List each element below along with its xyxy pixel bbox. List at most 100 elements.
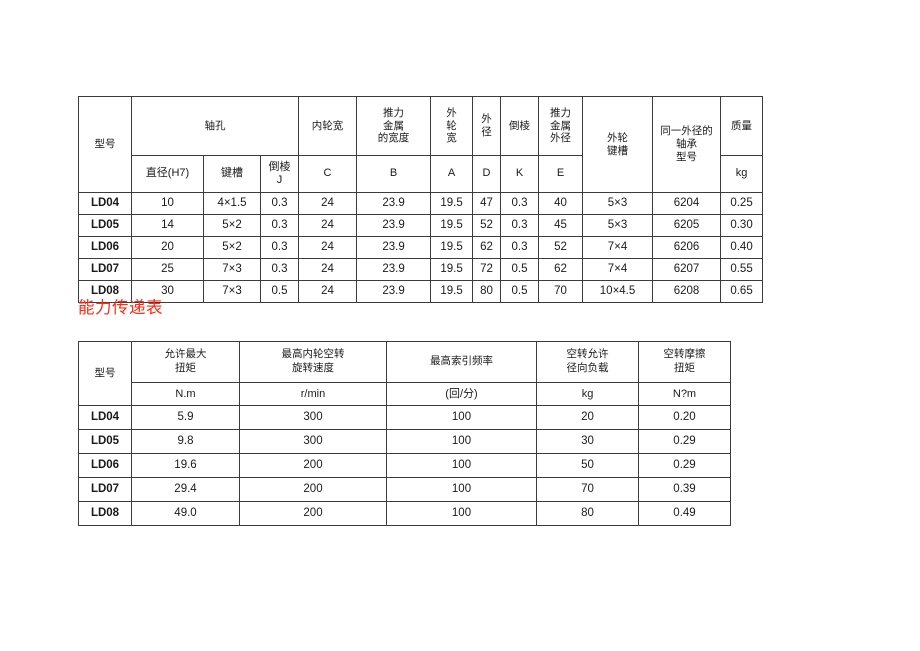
- cell-keyway: 5×2: [203, 236, 261, 259]
- cell-friction-torque: 0.39: [638, 477, 731, 502]
- cell-outer-keyway: 5×3: [582, 192, 654, 215]
- cell-keyway: 7×3: [203, 258, 261, 281]
- cell-model: LD04: [78, 405, 132, 430]
- cell-b: 23.9: [356, 258, 432, 281]
- header-keyway: 键槽: [203, 155, 261, 193]
- header-thrust-metal-width: 推力 金属 的宽度: [356, 96, 432, 156]
- header-line: 空转摩擦: [663, 348, 706, 361]
- cell-diameter: 25: [131, 258, 204, 281]
- header-line: J: [276, 174, 283, 186]
- specification-table: 型号 轴孔 内轮宽 推力 金属 的宽度 外 轮 宽 外 径 倒棱 推力 金属 外…: [78, 96, 764, 303]
- cell-model: LD08: [78, 501, 132, 526]
- header-symbol-d: D: [472, 155, 502, 193]
- header-symbol-k: K: [500, 155, 540, 193]
- cell-e: 62: [538, 258, 584, 281]
- cell-bearing-model: 6205: [652, 214, 722, 237]
- cell-k: 0.3: [500, 214, 540, 237]
- header-line: 推力: [383, 106, 405, 119]
- header-line: 外: [446, 106, 457, 119]
- header-line: 轴承: [676, 138, 698, 151]
- cell-friction-torque: 0.49: [638, 501, 731, 526]
- cell-outer-keyway: 7×4: [582, 236, 654, 259]
- cell-chamfer-j: 0.3: [259, 236, 300, 259]
- cell-mass: 0.55: [720, 258, 764, 281]
- table-row: LD06 19.6 200 100 50 0.29: [78, 453, 731, 478]
- header-chamfer: 倒棱: [500, 96, 540, 156]
- cell-chamfer-j: 0.3: [259, 258, 300, 281]
- specification-table-body: LD04 10 4×1.5 0.3 24 23.9 19.5 47 0.3 40 5×3 6204 0.…: [78, 192, 764, 303]
- cell-b: 23.9: [356, 280, 432, 303]
- header-outer-diameter: 外 径: [472, 96, 502, 156]
- unit-frequency: (回/分): [386, 382, 537, 406]
- cell-k: 0.5: [500, 258, 540, 281]
- unit-speed: r/min: [239, 382, 387, 406]
- cell-mass: 0.40: [720, 236, 764, 259]
- cell-outer-keyway: 10×4.5: [582, 280, 654, 303]
- unit-friction-torque: N?m: [638, 382, 731, 406]
- cell-frequency: 100: [386, 429, 537, 454]
- header-outer-wheel-keyway: 外轮 键槽: [582, 96, 654, 193]
- header-line: 扭矩: [674, 362, 695, 374]
- cell-d: 80: [472, 280, 502, 303]
- header-symbol-b: B: [356, 155, 432, 193]
- cell-bearing-model: 6206: [652, 236, 722, 259]
- cell-radial-load: 20: [536, 405, 639, 430]
- cell-mass: 0.30: [720, 214, 764, 237]
- section-heading: 能力传递表: [78, 299, 163, 317]
- header-line: 径向负载: [566, 362, 609, 374]
- cell-chamfer-j: 0.5: [259, 280, 300, 303]
- cell-speed: 300: [239, 405, 387, 430]
- header-line: 外: [481, 113, 492, 126]
- cell-model: LD05: [78, 429, 132, 454]
- cell-model: LD07: [78, 258, 132, 281]
- cell-mass: 0.25: [720, 192, 764, 215]
- header-line: 同一外径的: [660, 125, 713, 138]
- cell-diameter: 20: [131, 236, 204, 259]
- cell-b: 23.9: [356, 236, 432, 259]
- cell-chamfer-j: 0.3: [259, 214, 300, 237]
- header-diameter-h7: 直径(H7): [131, 155, 204, 193]
- cell-radial-load: 80: [536, 501, 639, 526]
- cell-e: 45: [538, 214, 584, 237]
- cell-e: 40: [538, 192, 584, 215]
- table-row: LD05 9.8 300 100 30 0.29: [78, 429, 731, 454]
- table-row: LD07 29.4 200 100 70 0.39: [78, 477, 731, 502]
- header-chamfer-j: 倒棱 J: [259, 155, 300, 193]
- capacity-header-row: 型号 允许最大 扭矩 最高内轮空转 旋转速度 最高索引频率 空转允许 径向负载 …: [78, 341, 731, 406]
- capacity-table-head: 型号 允许最大 扭矩 最高内轮空转 旋转速度 最高索引频率 空转允许 径向负载 …: [78, 341, 731, 406]
- cell-torque: 9.8: [131, 429, 240, 454]
- cell-friction-torque: 0.29: [638, 429, 731, 454]
- unit-radial-load: kg: [536, 382, 639, 406]
- table-row: LD08 49.0 200 100 80 0.49: [78, 501, 731, 526]
- cell-k: 0.5: [500, 280, 540, 303]
- cell-e: 70: [538, 280, 584, 303]
- header-model: 型号: [78, 96, 132, 193]
- cell-model: LD07: [78, 477, 132, 502]
- header-line: 允许最大: [164, 348, 207, 361]
- header-row-group: 型号 轴孔 内轮宽 推力 金属 的宽度 外 轮 宽 外 径 倒棱 推力 金属 外…: [78, 96, 764, 193]
- table-row: LD07 25 7×3 0.3 24 23.9 19.5 72 0.5 62 7×4 6207 0.55: [78, 258, 764, 281]
- header-inner-wheel-width: 内轮宽: [298, 96, 358, 156]
- cell-speed: 200: [239, 501, 387, 526]
- header-symbol-c: C: [298, 155, 358, 193]
- header-line: 键槽: [607, 144, 629, 157]
- unit-max-torque: N.m: [131, 382, 240, 406]
- cell-d: 62: [472, 236, 502, 259]
- cell-radial-load: 70: [536, 477, 639, 502]
- cell-bearing-model: 6204: [652, 192, 722, 215]
- document-page: 型号 轴孔 内轮宽 推力 金属 的宽度 外 轮 宽 外 径 倒棱 推力 金属 外…: [0, 0, 920, 651]
- cell-b: 23.9: [356, 214, 432, 237]
- header-line: 宽: [446, 132, 457, 145]
- header-max-index-frequency: 最高索引频率: [386, 341, 537, 383]
- cell-torque: 29.4: [131, 477, 240, 502]
- header-symbol-e: E: [538, 155, 584, 193]
- cell-d: 72: [472, 258, 502, 281]
- cell-speed: 200: [239, 453, 387, 478]
- cell-frequency: 100: [386, 477, 537, 502]
- header-max-torque: 允许最大 扭矩: [131, 341, 240, 383]
- cell-c: 24: [298, 258, 358, 281]
- table-row: LD04 10 4×1.5 0.3 24 23.9 19.5 47 0.3 40 5×3 6204 0.…: [78, 192, 764, 215]
- header-line: 旋转速度: [292, 362, 334, 374]
- header-line: 空转允许: [566, 348, 609, 361]
- cell-friction-torque: 0.20: [638, 405, 731, 430]
